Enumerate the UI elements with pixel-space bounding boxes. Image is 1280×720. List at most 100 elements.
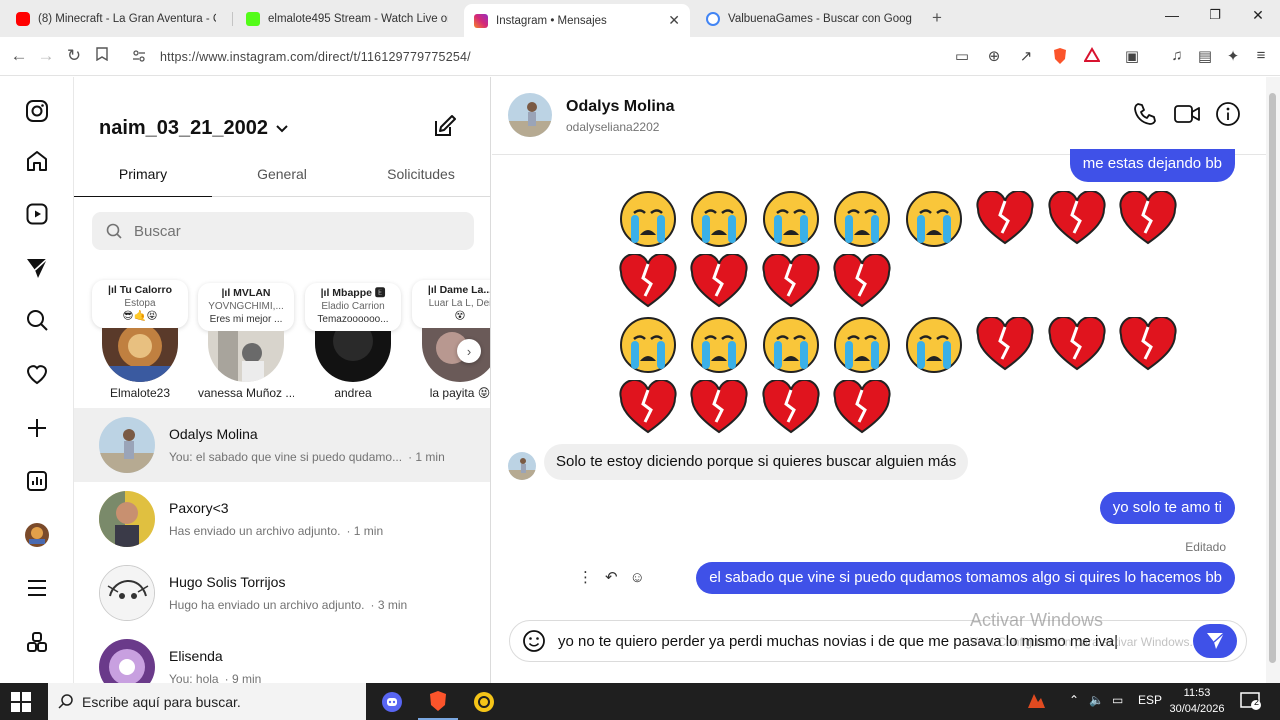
- restore-button[interactable]: ❐: [1200, 7, 1230, 23]
- note-bubble: |ıl Dame La... Luar La L, Dei 😵: [412, 280, 490, 328]
- taskbar-search[interactable]: Escribe aquí para buscar.: [48, 683, 366, 720]
- search-box[interactable]: [92, 212, 474, 250]
- discord-icon[interactable]: [372, 683, 412, 720]
- zoom-icon[interactable]: ⊕: [983, 47, 1005, 65]
- brave-browser-icon[interactable]: [418, 683, 458, 720]
- thread-item[interactable]: Odalys Molina You: el sabado que vine si…: [74, 408, 490, 482]
- messages-icon[interactable]: [22, 253, 52, 283]
- brave-rewards-icon[interactable]: [1081, 47, 1103, 67]
- network-icon[interactable]: ▭: [1112, 693, 1123, 707]
- broken-heart-emoji: [970, 313, 1042, 376]
- wallet-icon[interactable]: ▤: [1194, 47, 1216, 65]
- profile-avatar[interactable]: [22, 520, 52, 550]
- share-icon[interactable]: ↗: [1015, 47, 1037, 65]
- message-bubble-outgoing[interactable]: el sabado que vine si puedo qudamos toma…: [696, 562, 1235, 594]
- note-bubble: |ıl Tu Calorro Estopa 😎🤙😝: [92, 280, 188, 328]
- media-icon[interactable]: ♫: [1166, 47, 1188, 64]
- message-bubble-outgoing[interactable]: yo solo te amo ti: [1099, 492, 1235, 524]
- tab-primary[interactable]: Primary: [74, 166, 212, 182]
- thread-name: Elisenda: [169, 648, 223, 664]
- emoji-picker-icon[interactable]: [522, 629, 546, 653]
- search-input[interactable]: [134, 222, 434, 240]
- back-icon[interactable]: ←: [8, 46, 30, 66]
- dashboard-icon[interactable]: [22, 466, 52, 496]
- home-icon[interactable]: [22, 146, 52, 176]
- language-indicator[interactable]: ESP: [1138, 693, 1162, 707]
- note-item[interactable]: |ıl MVLAN YOVNGCHIMI,... Eres mi mejor .…: [198, 283, 294, 400]
- crying-face-emoji: [898, 313, 970, 376]
- browser-tab-instagram[interactable]: Instagram • Mensajes ✕: [464, 4, 690, 37]
- menu-icon[interactable]: ≡: [1250, 47, 1272, 64]
- note-name: la payita 😝: [429, 386, 491, 400]
- windows-taskbar: Escribe aquí para buscar. ⌃ 🔈 ▭ ESP 11:5…: [0, 683, 1280, 720]
- note-name: andrea: [334, 386, 372, 400]
- crying-face-emoji: [684, 313, 756, 376]
- info-icon[interactable]: [1215, 101, 1241, 132]
- crying-face-emoji: [612, 313, 684, 376]
- message-bubble-outgoing[interactable]: me estas dejando bb: [1069, 149, 1235, 182]
- search-icon[interactable]: [22, 305, 52, 335]
- reels-icon[interactable]: [22, 199, 52, 229]
- more-menu-icon[interactable]: [22, 573, 52, 603]
- browser-tab-google[interactable]: ValbuenaGames - Buscar con Google: [696, 4, 922, 33]
- avatar[interactable]: [508, 93, 552, 137]
- react-emoji-icon[interactable]: ☺: [630, 569, 645, 586]
- notification-center-icon[interactable]: 2: [1240, 691, 1262, 714]
- brave-shield-icon[interactable]: [1049, 47, 1071, 69]
- chevron-up-icon[interactable]: ⌃: [1069, 693, 1079, 707]
- close-window-button[interactable]: ✕: [1243, 7, 1273, 24]
- thread-item[interactable]: Paxory<3 Has enviado un archivo adjunto.…: [74, 482, 490, 556]
- crying-face-emoji: [755, 313, 827, 376]
- browser-tab-kick[interactable]: elmalote495 Stream - Watch Live on: [236, 4, 458, 33]
- note-item[interactable]: |ıl Tu Calorro Estopa 😎🤙😝 Elmalote23: [92, 280, 188, 400]
- note-name: vanessa Muñoz ...: [198, 386, 294, 400]
- leo-ai-icon[interactable]: ✦: [1222, 47, 1244, 65]
- thread-item[interactable]: Hugo Solis Torrijos Hugo ha enviado un a…: [74, 556, 490, 630]
- emoji-row: [612, 376, 1192, 439]
- note-song: |ıl Tu Calorro: [108, 284, 172, 296]
- chevron-right-icon[interactable]: ›: [457, 339, 481, 363]
- minimize-button[interactable]: —: [1157, 7, 1187, 23]
- thread-name: Paxory<3: [169, 500, 229, 516]
- phone-call-icon[interactable]: [1132, 101, 1158, 132]
- app-icon[interactable]: [464, 683, 504, 720]
- page-scrollbar[interactable]: [1266, 77, 1280, 683]
- active-tab-indicator: [74, 196, 212, 197]
- notifications-heart-icon[interactable]: [22, 359, 52, 389]
- video-call-icon[interactable]: [1173, 101, 1201, 132]
- new-tab-button[interactable]: +: [932, 8, 942, 28]
- taskbar-clock[interactable]: 11:53 30/04/2026: [1168, 685, 1226, 717]
- thread-item[interactable]: Elisenda You: hola · 9 min: [74, 630, 490, 683]
- note-song: |ıl MVLAN: [221, 287, 271, 299]
- message-bubble-incoming[interactable]: Solo te estoy diciendo porque si quieres…: [544, 444, 969, 480]
- forward-icon[interactable]: →: [35, 46, 57, 66]
- more-options-icon[interactable]: ⋮: [578, 568, 593, 586]
- create-plus-icon[interactable]: [22, 413, 52, 443]
- instagram-logo-icon[interactable]: [22, 96, 52, 126]
- note-item[interactable]: |ıl Mbappe 🅴 Eladio Carrion Temazoooooo.…: [305, 283, 401, 400]
- close-tab-icon[interactable]: ✕: [668, 12, 680, 29]
- clock-date: 30/04/2026: [1169, 703, 1225, 715]
- reply-icon[interactable]: ↶: [605, 568, 618, 586]
- account-switcher[interactable]: naim_03_21_2002: [99, 117, 288, 140]
- new-message-icon[interactable]: [432, 113, 458, 144]
- site-settings-icon[interactable]: [132, 49, 146, 68]
- contact-name[interactable]: Odalys Molina: [566, 98, 674, 116]
- bookmark-icon[interactable]: [91, 46, 113, 66]
- tab-general[interactable]: General: [213, 166, 351, 182]
- send-button[interactable]: [1193, 624, 1237, 658]
- scrollbar-thumb[interactable]: [1269, 93, 1276, 663]
- note-item[interactable]: |ıl Dame La... Luar La L, Dei 😵 la payit…: [412, 280, 491, 400]
- thread-preview: Has enviado un archivo adjunto.: [169, 524, 341, 538]
- tray-app-icon[interactable]: [1026, 692, 1046, 713]
- tab-requests[interactable]: Solicitudes: [352, 166, 490, 182]
- browser-tab-minecraft[interactable]: (8) Minecraft - La Gran Aventura - Ca: [6, 4, 228, 33]
- windows-start-icon[interactable]: [10, 691, 32, 718]
- emoji-message[interactable]: [612, 187, 1192, 439]
- reload-icon[interactable]: ↻: [63, 46, 85, 66]
- speaker-icon[interactable]: 🔈: [1089, 693, 1104, 707]
- also-from-meta-icon[interactable]: [22, 627, 52, 657]
- thread-preview: You: hola: [169, 672, 219, 683]
- sidebar-icon[interactable]: ▣: [1121, 47, 1143, 65]
- cast-icon[interactable]: ▭: [951, 47, 973, 65]
